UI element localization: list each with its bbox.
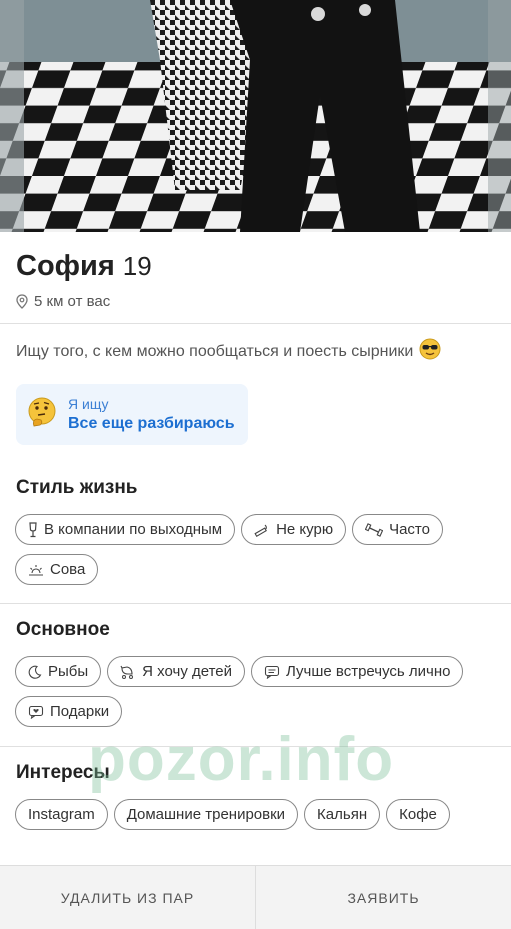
interests-chips: Instagram Домашние тренировки Кальян Коф… bbox=[15, 799, 495, 839]
stroller-icon bbox=[120, 664, 136, 680]
profile-name: София bbox=[16, 250, 115, 282]
chip-interest: Кофе bbox=[386, 799, 450, 830]
chip-label: Не курю bbox=[276, 521, 334, 538]
lifestyle-title: Стиль жизнь bbox=[16, 477, 138, 498]
bio: Ищу того, с кем можно пообщаться и поест… bbox=[16, 338, 441, 365]
chip-lifestyle-sleep: Сова bbox=[15, 554, 99, 585]
distance-text: 5 км от вас bbox=[34, 293, 111, 310]
sunset-icon bbox=[28, 563, 44, 577]
divider bbox=[0, 323, 511, 324]
chip-label: Я хочу детей bbox=[142, 663, 233, 680]
report-button[interactable]: ЗАЯВИТЬ bbox=[256, 866, 511, 929]
bio-text: Ищу того, с кем можно пообщаться и поест… bbox=[16, 342, 414, 360]
chip-label: В компании по выходным bbox=[44, 521, 223, 538]
chip-interest: Домашние тренировки bbox=[113, 799, 299, 830]
chip-interest: Instagram bbox=[15, 799, 108, 830]
chip-basics-zodiac: Рыбы bbox=[15, 656, 102, 687]
chat-icon bbox=[264, 665, 280, 679]
moon-icon bbox=[28, 665, 42, 679]
seeking-card: Я ищу Все еще разбираюсь bbox=[16, 384, 248, 445]
interests-title: Интересы bbox=[16, 762, 110, 783]
seeking-label: Я ищу bbox=[68, 396, 109, 412]
chip-label: Часто bbox=[389, 521, 430, 538]
seeking-value: Все еще разбираюсь bbox=[68, 415, 235, 432]
chip-label: Сова bbox=[50, 561, 86, 578]
location: 5 км от вас bbox=[16, 293, 110, 310]
thinking-face-icon bbox=[26, 396, 58, 433]
bottom-action-bar: УДАЛИТЬ ИЗ ПАР ЗАЯВИТЬ bbox=[0, 865, 511, 929]
basics-chips: Рыбы Я хочу детей Лучше встречусь лично … bbox=[15, 656, 495, 736]
chip-basics-children: Я хочу детей bbox=[107, 656, 246, 687]
sunglasses-emoji-icon bbox=[419, 338, 441, 365]
dumbbell-icon bbox=[365, 522, 384, 537]
chip-lifestyle-drinking: В компании по выходным bbox=[15, 514, 236, 545]
location-pin-icon bbox=[16, 294, 28, 309]
profile-header: София 19 bbox=[16, 250, 152, 283]
gift-message-icon bbox=[28, 705, 44, 719]
chip-basics-communication: Лучше встречусь лично bbox=[251, 656, 464, 687]
chip-lifestyle-workout: Часто bbox=[352, 514, 443, 545]
lifestyle-chips: В компании по выходным Не курю Часто Сов… bbox=[15, 514, 495, 594]
chip-label: Подарки bbox=[50, 703, 110, 720]
profile-age: 19 bbox=[122, 251, 152, 281]
chip-label: Лучше встречусь лично bbox=[286, 663, 451, 680]
basics-title: Основное bbox=[16, 619, 110, 640]
no-smoking-icon bbox=[254, 522, 270, 538]
chip-lifestyle-smoking: Не курю bbox=[241, 514, 347, 545]
glass-icon bbox=[28, 521, 38, 538]
divider bbox=[0, 603, 511, 604]
divider bbox=[0, 746, 511, 747]
profile-photo[interactable] bbox=[0, 0, 511, 232]
chip-interest: Кальян bbox=[304, 799, 381, 830]
chip-basics-love-language: Подарки bbox=[15, 696, 123, 727]
chip-label: Рыбы bbox=[48, 663, 89, 680]
remove-match-button[interactable]: УДАЛИТЬ ИЗ ПАР bbox=[0, 866, 255, 929]
